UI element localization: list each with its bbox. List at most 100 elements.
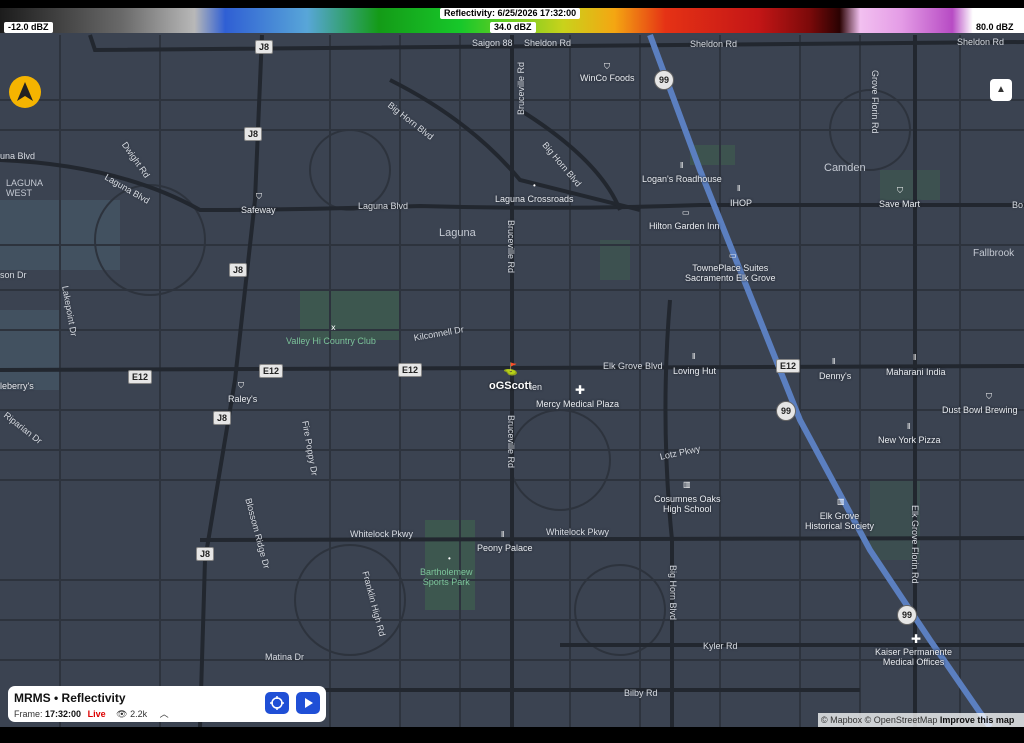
label-matina-dr: Matina Dr: [265, 652, 305, 662]
eye-icon: 👁: [116, 709, 128, 719]
home-marker-icon[interactable]: ⛳: [503, 362, 518, 376]
j8-shield-5: J8: [196, 547, 215, 561]
compass-button[interactable]: [9, 76, 41, 108]
label-kyler-rd: Kyler Rd: [703, 641, 738, 651]
colorbar-max-label: 80.0 dBZ: [972, 22, 1018, 33]
map-canvas[interactable]: Saigon 88 Sheldon Rd Sheldon Rd Sheldon …: [0, 0, 1024, 727]
poi-mercy-medical-plaza[interactable]: Mercy Medical Plaza: [536, 399, 619, 409]
poi-loving-hut[interactable]: Loving Hut: [673, 366, 716, 376]
medical-icon: ✚: [911, 632, 922, 646]
improve-map-link[interactable]: Improve this map: [940, 715, 1015, 725]
label-laguna-west: LAGUNA WEST: [6, 178, 44, 198]
poi-hilton-garden-inn[interactable]: Hilton Garden Inn: [649, 221, 720, 231]
restaurant-icon: ǁ: [832, 357, 836, 366]
poi-kaiser-permanente[interactable]: Kaiser Permanente Medical Offices: [875, 647, 952, 667]
north-reset-button[interactable]: ▲: [990, 79, 1012, 101]
restaurant-icon: ǁ: [501, 530, 505, 539]
navigation-arrow-icon: [17, 82, 33, 101]
poi-maharani-india[interactable]: Maharani India: [886, 367, 946, 377]
views-count: 2.2k: [130, 709, 148, 719]
hwy-99-shield-3: 99: [897, 605, 917, 625]
poi-new-york-pizza[interactable]: New York Pizza: [878, 435, 941, 445]
locate-button[interactable]: [265, 692, 289, 714]
label-laguna-blvd-2: Laguna Blvd: [358, 201, 409, 211]
chevron-up-icon[interactable]: ︿: [160, 709, 169, 719]
poi-cosumnes-oaks-high-school[interactable]: Cosumnes Oaks High School: [654, 494, 721, 514]
colorbar-title: Reflectivity: 6/25/2026 17:32:00: [440, 8, 581, 19]
e12-shield-2: E12: [259, 364, 284, 378]
j8-shield-3: J8: [229, 263, 248, 277]
mapbox-link[interactable]: © Mapbox: [821, 715, 862, 725]
museum-icon: ▥: [837, 497, 845, 506]
frame-label: Frame:: [14, 709, 43, 719]
label-camden: Camden: [824, 162, 866, 174]
poi-save-mart[interactable]: Save Mart: [879, 199, 920, 209]
restaurant-icon: ǁ: [913, 353, 917, 362]
label-bruceville-rd-1: Bruceville Rd: [516, 61, 526, 115]
poi-valley-hi-country-club[interactable]: Valley Hi Country Club: [286, 336, 376, 346]
label-saigon-88: Saigon 88: [472, 38, 513, 48]
frame-info: Frame: 17:32:00 Live 👁 2.2k ︿: [14, 707, 169, 720]
osm-link[interactable]: © OpenStreetMap: [865, 715, 938, 725]
label-whitelock-pkwy-2: Whitelock Pkwy: [546, 527, 610, 537]
poi-logans-roadhouse[interactable]: Logan's Roadhouse: [642, 174, 722, 184]
marker-label[interactable]: oGScott: [489, 380, 532, 392]
poi-safeway[interactable]: Safeway: [241, 205, 276, 215]
poi-raleys[interactable]: Raley's: [228, 394, 257, 404]
label-son-dr: son Dr: [0, 270, 27, 280]
label-elk-grove-florin-rd: Elk Grove Florin Rd: [910, 505, 920, 584]
colorbar-top-strip: [0, 0, 1024, 8]
label-sheldon-rd-2: Sheldon Rd: [690, 39, 738, 49]
poi-peony-palace[interactable]: Peony Palace: [477, 543, 533, 553]
label-bruceville-rd-2: Bruceville Rd: [506, 220, 516, 274]
marker-label-suffix: ien: [530, 382, 543, 392]
beer-icon: ⛉: [986, 392, 992, 401]
medical-icon: ✚: [575, 383, 586, 397]
label-laguna-blvd-left: una Blvd: [0, 151, 36, 161]
colorbar-min-label: -12.0 dBZ: [4, 22, 53, 33]
poi-leberrys[interactable]: leberry's: [0, 381, 34, 391]
poi-towneplace-suites[interactable]: TownePlace Suites Sacramento Elk Grove: [685, 263, 776, 283]
shop-icon: ⛉: [897, 186, 903, 195]
restaurant-icon: ǁ: [692, 352, 696, 361]
poi-laguna-crossroads[interactable]: Laguna Crossroads: [495, 194, 574, 204]
poi-dennys[interactable]: Denny's: [819, 371, 851, 381]
label-big-horn-blvd-south: Big Horn Blvd: [668, 565, 678, 621]
label-fallbrook: Fallbrook: [973, 248, 1015, 259]
map-attribution: © Mapbox © OpenStreetMap Improve this ma…: [818, 713, 1024, 727]
shop-icon: ⛉: [604, 62, 610, 71]
hwy-99-shield-2: 99: [776, 401, 796, 421]
e12-shield-3: E12: [398, 363, 423, 377]
hotel-icon: ▭: [729, 251, 737, 260]
label-whitelock-pkwy-1: Whitelock Pkwy: [350, 529, 414, 539]
j8-shield-1: J8: [255, 40, 274, 54]
poi-elk-grove-historical-society[interactable]: Elk Grove Historical Society: [805, 511, 874, 531]
colorbar-mid-label: 34.0 dBZ: [490, 22, 536, 33]
label-laguna: Laguna: [439, 227, 476, 239]
bottom-bar: [0, 727, 1024, 743]
poi-winco-foods[interactable]: WinCo Foods: [580, 73, 635, 83]
label-grove-florin-rd: Grove Florin Rd: [870, 70, 880, 134]
shop-icon: ⛉: [256, 192, 262, 201]
dot-icon: •: [533, 181, 536, 190]
school-icon: ▥: [683, 480, 691, 489]
play-icon: [305, 698, 313, 708]
poi-ihop[interactable]: IHOP: [730, 198, 752, 208]
dot-icon: •: [448, 554, 451, 563]
crosshair-icon: [270, 696, 284, 710]
restaurant-icon: ǁ: [737, 184, 741, 193]
label-bilby-rd: Bilby Rd: [624, 688, 658, 698]
golf-icon: ⅹ: [331, 323, 336, 332]
poi-bartholemew-sports-park[interactable]: Bartholemew Sports Park: [420, 567, 473, 587]
play-button[interactable]: [296, 692, 320, 714]
poi-dust-bowl-brewing[interactable]: Dust Bowl Brewing: [942, 405, 1018, 415]
j8-shield-2: J8: [244, 127, 263, 141]
label-elk-grove-blvd: Elk Grove Blvd: [603, 361, 663, 371]
radar-info-panel[interactable]: MRMS • Reflectivity Frame: 17:32:00 Live…: [8, 686, 326, 722]
label-bruceville-rd-3: Bruceville Rd: [506, 415, 516, 469]
live-indicator: Live: [87, 709, 106, 719]
j8-shield-4: J8: [213, 411, 232, 425]
label-bo: Bo: [1012, 200, 1024, 210]
hwy-99-shield-1: 99: [654, 70, 674, 90]
panel-title: MRMS • Reflectivity: [14, 691, 126, 705]
